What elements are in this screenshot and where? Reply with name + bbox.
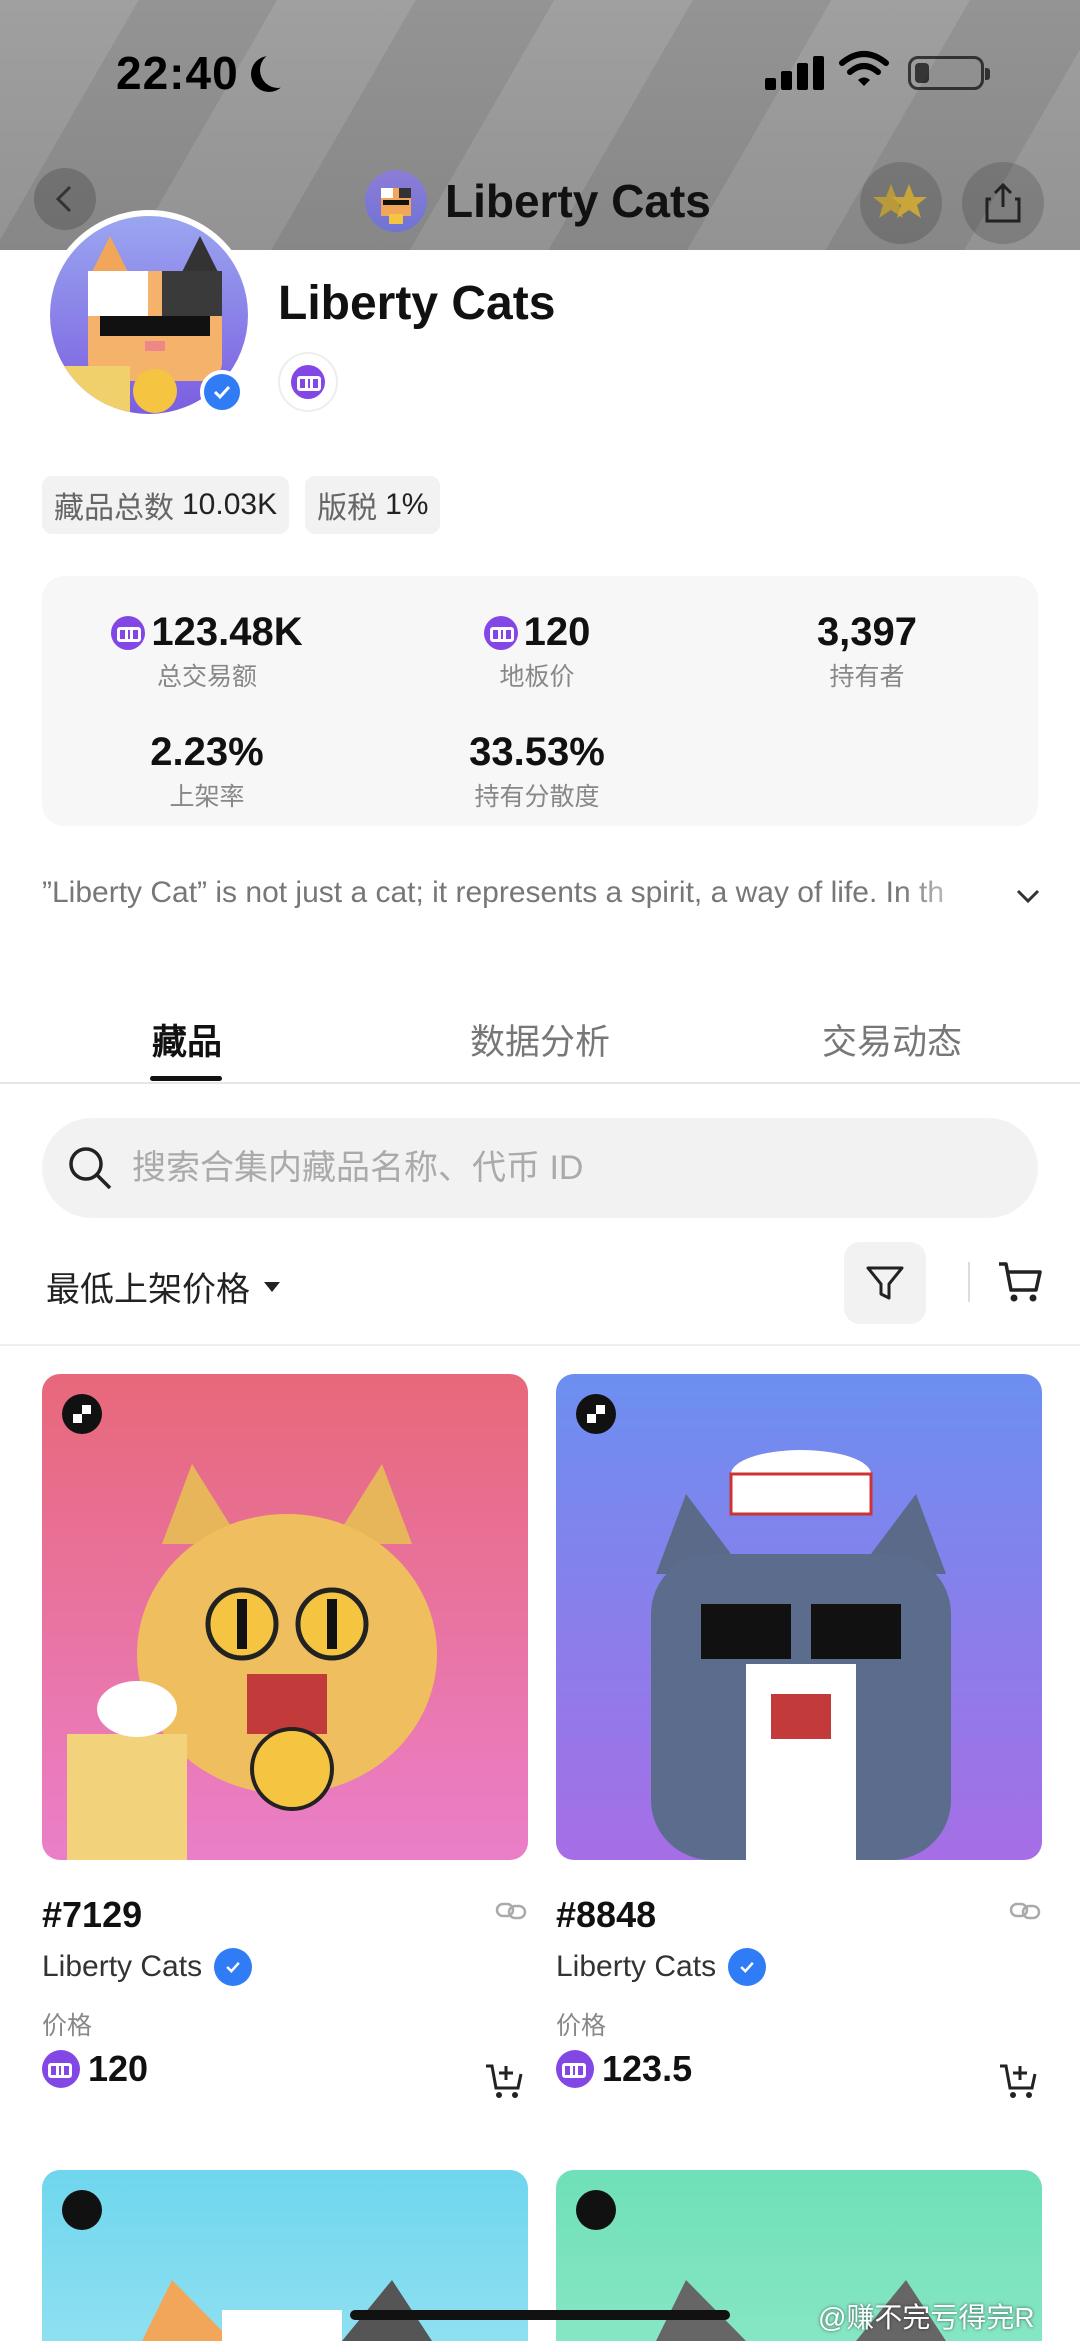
status-time: 22:40	[116, 47, 239, 99]
share-button[interactable]	[962, 162, 1044, 244]
stat-floor-price: 120 地板价	[372, 610, 702, 693]
stat-label: 上架率	[169, 783, 245, 811]
filter-button[interactable]	[844, 1242, 926, 1324]
collection-name: Liberty Cats	[42, 1950, 203, 1983]
stat-holders: 3,397 持有者	[702, 610, 1032, 693]
price-value: 123.5	[602, 2048, 693, 2089]
chain-badge-icon	[62, 1394, 102, 1434]
cell-signal-icon	[765, 54, 825, 90]
chip-value: 1%	[385, 488, 429, 521]
nav-title: Liberty Cats	[445, 175, 711, 227]
stat-value: 120	[523, 610, 591, 654]
stat-label: 持有分散度	[474, 783, 600, 811]
collection-name: Liberty Cats	[278, 277, 556, 330]
stat-label: 总交易额	[156, 663, 257, 691]
royalty-chip: 版税 1%	[305, 476, 441, 534]
wifi-icon	[839, 51, 889, 86]
chain-badge-icon	[576, 2190, 616, 2230]
verified-icon	[214, 1948, 253, 1986]
favorite-button[interactable]	[860, 162, 942, 244]
collection-name: Liberty Cats	[556, 1950, 717, 1983]
sort-dropdown[interactable]: 最低上架价格	[46, 1262, 280, 1311]
polygon-coin-icon	[111, 615, 146, 650]
caret-down-icon	[264, 1281, 280, 1292]
collection-label: Liberty Cats	[556, 1948, 1042, 1986]
tab-analytics[interactable]: 数据分析	[470, 1014, 610, 1065]
nft-image[interactable]	[42, 1374, 528, 1860]
description-fade	[900, 870, 990, 920]
tab-items[interactable]: 藏品	[152, 1014, 222, 1065]
search-input[interactable]	[132, 1118, 1012, 1218]
watermark: @赚不完亏得完R	[818, 2302, 1035, 2333]
chip-label: 版税	[317, 492, 378, 525]
home-indicator	[350, 2310, 730, 2320]
chevron-down-icon[interactable]	[1012, 880, 1044, 912]
polygon-coin-icon	[483, 615, 518, 650]
stat-volume: 123.48K 总交易额	[42, 610, 372, 693]
price-row: 123.5	[556, 2048, 1042, 2090]
status-bar: 22:40	[0, 0, 1080, 140]
chip-value: 10.03K	[182, 488, 278, 521]
nav-title-group: Liberty Cats	[365, 170, 711, 232]
polygon-coin-icon	[556, 2050, 594, 2088]
nft-card[interactable]: #8848 Liberty Cats 价格 123.5	[556, 1374, 1042, 2098]
collection-info-chips: 藏品总数 10.03K 版税 1%	[42, 476, 441, 534]
sort-label: 最低上架价格	[46, 1271, 250, 1309]
stat-label: 持有者	[829, 663, 905, 691]
share-icon	[985, 182, 1021, 223]
link-icon	[1009, 1902, 1041, 1920]
token-id: #7129	[42, 1894, 143, 1935]
polygon-chain-icon[interactable]	[278, 352, 338, 412]
chain-badge-icon	[576, 1394, 616, 1434]
divider	[0, 1344, 1080, 1346]
stat-value: 2.23%	[150, 730, 264, 774]
token-id: #8848	[556, 1894, 657, 1935]
collection-label: Liberty Cats	[42, 1948, 528, 1986]
collection-description: ”Liberty Cat” is not just a cat; it repr…	[42, 876, 945, 909]
add-to-cart-icon[interactable]	[484, 2060, 524, 2100]
filter-icon	[866, 1266, 904, 1300]
price-label: 价格	[42, 2012, 93, 2040]
verified-icon	[728, 1948, 767, 1986]
moon-icon	[260, 52, 296, 88]
nft-card[interactable]: #7129 Liberty Cats 价格 120	[42, 1374, 528, 2098]
search-bar	[42, 1118, 1038, 1218]
battery-icon	[908, 56, 990, 90]
link-icon	[495, 1902, 527, 1920]
cart-icon[interactable]	[996, 1258, 1044, 1306]
back-button[interactable]	[34, 168, 96, 230]
verified-icon	[200, 370, 244, 414]
stat-value: 123.48K	[151, 610, 303, 654]
stat-listed-rate: 2.23% 上架率	[42, 730, 372, 813]
star-icon	[873, 184, 927, 218]
stats-panel: 123.48K 总交易额 120 地板价 3,397 持有者 2.23% 上架率…	[42, 576, 1038, 826]
tab-bar: 藏品 数据分析 交易动态	[0, 1000, 1080, 1084]
total-items-chip: 藏品总数 10.03K	[42, 476, 290, 534]
divider	[968, 1262, 970, 1302]
price-value: 120	[88, 2048, 149, 2089]
chain-badge-icon	[62, 2190, 102, 2230]
stat-label: 地板价	[499, 663, 575, 691]
active-tab-indicator	[150, 1076, 222, 1081]
collection-avatar-small	[365, 170, 427, 232]
chevron-left-icon	[55, 185, 72, 213]
tab-activity[interactable]: 交易动态	[822, 1014, 962, 1065]
nft-image[interactable]	[556, 1374, 1042, 1860]
polygon-coin-icon	[42, 2050, 80, 2088]
stat-value: 33.53%	[469, 730, 605, 774]
stat-value: 3,397	[816, 610, 918, 654]
chip-label: 藏品总数	[54, 492, 174, 525]
search-icon	[69, 1147, 112, 1190]
stat-distribution: 33.53% 持有分散度	[372, 730, 702, 813]
add-to-cart-icon[interactable]	[998, 2060, 1038, 2100]
price-label: 价格	[556, 2012, 607, 2040]
price-row: 120	[42, 2048, 528, 2090]
